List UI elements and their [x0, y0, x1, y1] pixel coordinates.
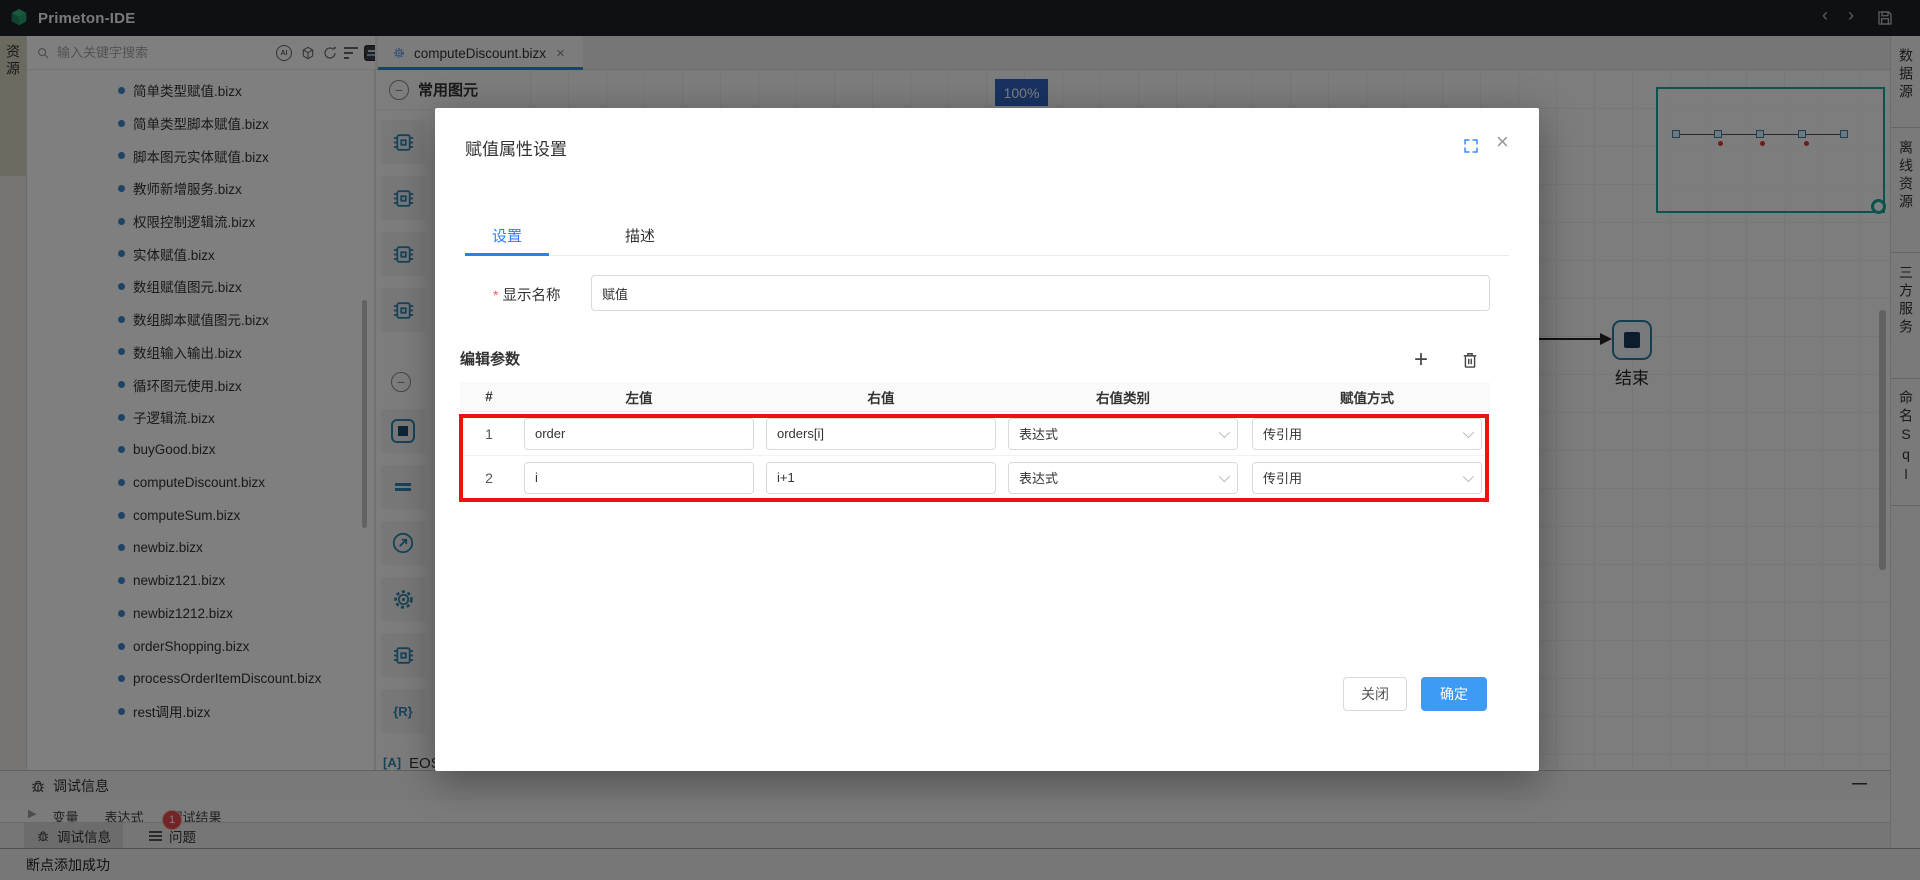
required-mark: *: [493, 286, 499, 303]
chevron-down-icon: [1218, 426, 1231, 438]
edit-params-heading: 编辑参数: [460, 351, 521, 368]
left-value-input[interactable]: [524, 417, 754, 450]
row-index: 2: [485, 469, 493, 486]
display-name-input[interactable]: [591, 275, 1490, 311]
col-header-left-value: 左值: [625, 390, 653, 406]
params-table-row: 1 表达式 传引用: [460, 412, 1490, 456]
display-name-row: * 显示名称: [493, 284, 560, 305]
right-value-input[interactable]: [766, 461, 996, 494]
chevron-down-icon: [1462, 426, 1475, 438]
right-value-input[interactable]: [766, 417, 996, 450]
col-header-right-type: 右值类别: [1096, 390, 1150, 406]
params-table-header: # 左值 右值 右值类别 赋值方式: [460, 382, 1490, 412]
close-button[interactable]: 关闭: [1343, 677, 1407, 711]
left-value-input[interactable]: [524, 461, 754, 494]
confirm-button[interactable]: 确定: [1421, 677, 1487, 711]
dialog-title: 赋值属性设置: [465, 140, 567, 159]
assign-mode-select[interactable]: 传引用: [1252, 417, 1482, 450]
dialog-close-icon[interactable]: ×: [1496, 129, 1509, 155]
col-header-index: #: [485, 389, 493, 404]
active-tab-indicator: [465, 253, 549, 256]
assign-properties-dialog: 赋值属性设置 × 设置 描述 * 显示名称 编辑参数 + # 左值 右值 右值类…: [435, 108, 1539, 771]
dialog-tab-settings[interactable]: 设置: [465, 218, 549, 253]
right-type-select[interactable]: 表达式: [1008, 417, 1238, 450]
chevron-down-icon: [1218, 470, 1231, 482]
delete-row-icon[interactable]: [1460, 350, 1480, 370]
params-table-row: 2 表达式 传引用: [460, 456, 1490, 500]
tab-divider: [465, 255, 1509, 256]
add-row-icon[interactable]: +: [1414, 348, 1428, 372]
display-name-label: 显示名称: [502, 288, 561, 304]
chevron-down-icon: [1462, 470, 1475, 482]
dialog-tab-description[interactable]: 描述: [598, 218, 682, 253]
col-header-right-value: 右值: [867, 390, 895, 406]
col-header-assign-mode: 赋值方式: [1340, 390, 1394, 406]
fullscreen-icon[interactable]: [1462, 137, 1480, 155]
right-type-select[interactable]: 表达式: [1008, 461, 1238, 494]
row-index: 1: [485, 425, 493, 442]
assign-mode-select[interactable]: 传引用: [1252, 461, 1482, 494]
